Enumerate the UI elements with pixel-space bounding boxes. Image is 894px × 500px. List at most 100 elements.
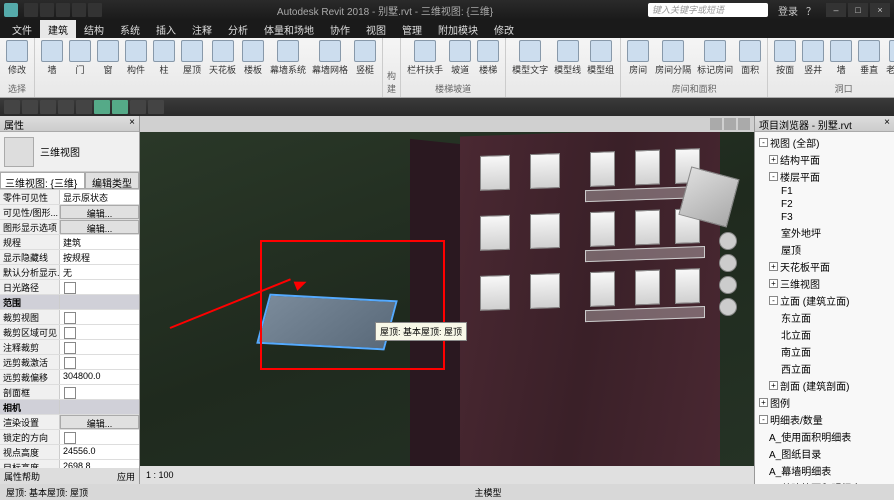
- ribbon-button[interactable]: 幕墙系统: [268, 40, 308, 76]
- tree-node[interactable]: A_图纸目录: [757, 445, 892, 462]
- checkbox[interactable]: [64, 432, 76, 444]
- property-value[interactable]: 2698.8: [60, 460, 139, 468]
- tree-node[interactable]: A_使用面积明细表: [757, 428, 892, 445]
- tree-node[interactable]: -楼层平面: [757, 168, 892, 185]
- ribbon-button[interactable]: 模型线: [552, 40, 583, 76]
- ribbon-button[interactable]: 屋顶: [179, 40, 205, 76]
- menu-tab[interactable]: 分析: [220, 20, 256, 38]
- ribbon-button[interactable]: 老虎窗: [884, 40, 894, 76]
- tree-node[interactable]: 屋顶: [757, 241, 892, 258]
- qat-undo-icon[interactable]: [56, 3, 70, 17]
- properties-help[interactable]: 属性帮助: [4, 470, 40, 482]
- search-input[interactable]: 键入关键字或短语: [648, 3, 768, 17]
- type-selector[interactable]: 三维视图: [0, 132, 139, 172]
- ribbon-button[interactable]: 幕墙网格: [310, 40, 350, 76]
- ribbon-button[interactable]: 坡道: [447, 40, 473, 76]
- property-value[interactable]: [60, 340, 139, 354]
- tree-node[interactable]: 西立面: [757, 360, 892, 377]
- property-value[interactable]: [60, 310, 139, 324]
- qat-print-icon[interactable]: [88, 3, 102, 17]
- ribbon-button[interactable]: 竖梃: [352, 40, 378, 76]
- edit-type-button[interactable]: 编辑类型: [85, 172, 139, 189]
- scale-display[interactable]: 1 : 100: [146, 470, 174, 480]
- ribbon-button[interactable]: 按面: [772, 40, 798, 76]
- ribbon-button[interactable]: 构件: [123, 40, 149, 76]
- close-icon[interactable]: ×: [129, 117, 135, 130]
- ribbon-button[interactable]: 门: [67, 40, 93, 76]
- ribbon-button[interactable]: 标记房间: [695, 40, 735, 76]
- ribbon-button[interactable]: 楼板: [240, 40, 266, 76]
- tree-node[interactable]: -视图 (全部): [757, 134, 892, 151]
- checkbox[interactable]: [64, 342, 76, 354]
- tree-node[interactable]: 东立面: [757, 309, 892, 326]
- qat-save-icon[interactable]: [40, 3, 54, 17]
- minimize-button[interactable]: –: [826, 3, 846, 17]
- vp-close-icon[interactable]: [738, 118, 750, 130]
- menu-tab[interactable]: 建筑: [40, 20, 76, 38]
- nav-pan-icon[interactable]: [719, 254, 737, 272]
- menu-tab[interactable]: 插入: [148, 20, 184, 38]
- property-value[interactable]: 建筑: [60, 235, 139, 249]
- ribbon-button[interactable]: 栏杆扶手: [405, 40, 445, 76]
- expand-icon[interactable]: +: [769, 381, 778, 390]
- expand-icon[interactable]: +: [769, 279, 778, 288]
- close-button[interactable]: ×: [870, 3, 890, 17]
- tree-node[interactable]: +剖面 (建筑剖面): [757, 377, 892, 394]
- expand-icon[interactable]: +: [769, 262, 778, 271]
- checkbox[interactable]: [64, 387, 76, 399]
- menu-tab[interactable]: 体量和场地: [256, 20, 322, 38]
- menu-tab[interactable]: 协作: [322, 20, 358, 38]
- property-value[interactable]: [60, 325, 139, 339]
- tree-node[interactable]: F2: [757, 198, 892, 211]
- vp-minimize-icon[interactable]: [710, 118, 722, 130]
- menu-tab[interactable]: 文件: [4, 20, 40, 38]
- tool-icon[interactable]: [22, 100, 38, 114]
- 3d-viewport[interactable]: 屋顶: 基本屋顶: 屋顶: [140, 132, 754, 466]
- status-workset[interactable]: 主模型: [475, 486, 502, 499]
- tree-node[interactable]: -明细表/数量: [757, 411, 892, 428]
- tool-icon[interactable]: [112, 100, 128, 114]
- ribbon-button[interactable]: 房间分隔: [653, 40, 693, 76]
- property-value[interactable]: 按规程: [60, 250, 139, 264]
- ribbon-button[interactable]: 墙: [828, 40, 854, 76]
- qat-open-icon[interactable]: [24, 3, 38, 17]
- ribbon-button[interactable]: 模型文字: [510, 40, 550, 76]
- property-value[interactable]: [60, 280, 139, 294]
- tree-node[interactable]: F1: [757, 185, 892, 198]
- maximize-button[interactable]: □: [848, 3, 868, 17]
- property-value[interactable]: 24556.0: [60, 445, 139, 459]
- tool-icon[interactable]: [76, 100, 92, 114]
- ribbon-button[interactable]: 天花板: [207, 40, 238, 76]
- tool-icon[interactable]: [40, 100, 56, 114]
- menu-tab[interactable]: 视图: [358, 20, 394, 38]
- property-edit-button[interactable]: 编辑...: [60, 415, 139, 429]
- menu-tab[interactable]: 附加模块: [430, 20, 486, 38]
- tree-node[interactable]: 北立面: [757, 326, 892, 343]
- tool-icon[interactable]: [148, 100, 164, 114]
- expand-icon[interactable]: +: [769, 155, 778, 164]
- tree-node[interactable]: 室外地坪: [757, 224, 892, 241]
- ribbon-button[interactable]: 房间: [625, 40, 651, 76]
- tree-node[interactable]: F3: [757, 211, 892, 224]
- checkbox[interactable]: [64, 357, 76, 369]
- qat-redo-icon[interactable]: [72, 3, 86, 17]
- expand-icon[interactable]: +: [759, 398, 768, 407]
- tree-node[interactable]: -立面 (建筑立面): [757, 292, 892, 309]
- expand-icon[interactable]: -: [769, 296, 778, 305]
- tree-node[interactable]: +天花板平面: [757, 258, 892, 275]
- tool-icon[interactable]: [4, 100, 20, 114]
- vp-maximize-icon[interactable]: [724, 118, 736, 130]
- tree-node[interactable]: +三维视图: [757, 275, 892, 292]
- ribbon-button[interactable]: 柱: [151, 40, 177, 76]
- ribbon-button[interactable]: 垂直: [856, 40, 882, 76]
- nav-home-icon[interactable]: [719, 232, 737, 250]
- help-icon[interactable]: ？: [806, 3, 816, 18]
- ribbon-button[interactable]: 竖井: [800, 40, 826, 76]
- property-value[interactable]: [60, 355, 139, 369]
- tree-node[interactable]: A_幕墙明细表: [757, 462, 892, 479]
- menu-tab[interactable]: 系统: [112, 20, 148, 38]
- expand-icon[interactable]: -: [759, 415, 768, 424]
- ribbon-button[interactable]: 修改: [4, 40, 30, 76]
- menu-tab[interactable]: 结构: [76, 20, 112, 38]
- checkbox[interactable]: [64, 282, 76, 294]
